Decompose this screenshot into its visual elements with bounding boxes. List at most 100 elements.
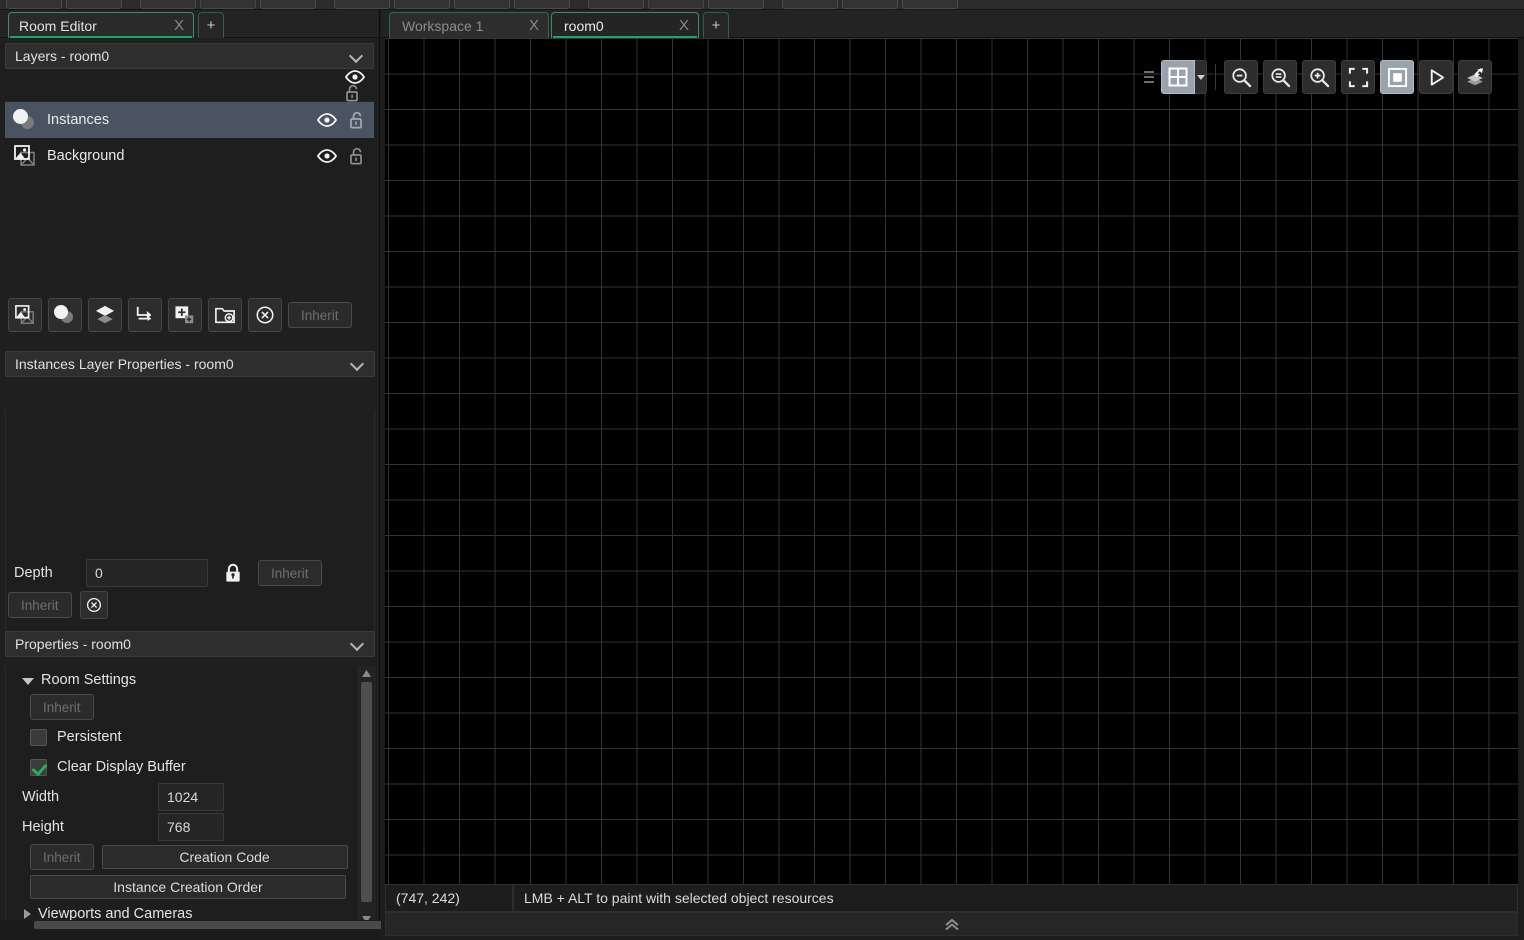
toolbar-button[interactable]: [200, 0, 256, 9]
add-layer-folder-button[interactable]: [208, 298, 242, 332]
toolbar-button[interactable]: [902, 0, 958, 9]
room-settings-group[interactable]: Room Settings: [6, 668, 358, 692]
creation-code-button[interactable]: Creation Code: [101, 845, 348, 869]
layer-properties-header[interactable]: Instances Layer Properties - room0: [5, 351, 375, 377]
grid-toggle-button[interactable]: [1161, 60, 1195, 94]
collapse-triangle-icon[interactable]: [24, 909, 31, 919]
toolbar-button[interactable]: [782, 0, 838, 9]
layers-panel-header[interactable]: Layers - room0: [5, 43, 374, 69]
zoom-reset-button[interactable]: [1263, 60, 1297, 94]
instance-creation-order-button[interactable]: Instance Creation Order: [30, 875, 346, 899]
add-asset-layer-button[interactable]: [88, 298, 122, 332]
chevron-down-icon[interactable]: [351, 357, 365, 371]
layers-list: Instances Background: [5, 70, 374, 174]
room-canvas[interactable]: [385, 38, 1518, 893]
toolbar-button[interactable]: [514, 0, 570, 9]
creation-code-inherit-button[interactable]: Inherit: [30, 844, 94, 870]
eye-icon[interactable]: [317, 149, 337, 163]
eye-icon[interactable]: [317, 113, 337, 127]
run-room-button[interactable]: [1419, 60, 1453, 94]
toolbar-button[interactable]: [6, 0, 62, 9]
eye-icon[interactable]: [345, 70, 365, 84]
double-chevron-up-icon[interactable]: [944, 918, 960, 931]
chevron-down-icon[interactable]: [351, 637, 365, 651]
unlocked-padlock-icon[interactable]: [345, 84, 361, 102]
toolbar-button[interactable]: [394, 0, 450, 9]
scroll-up-arrow-icon[interactable]: [359, 666, 374, 680]
toolbar-button[interactable]: [454, 0, 510, 9]
layer-row-background[interactable]: Background: [5, 138, 374, 174]
toolbar-drag-handle[interactable]: [1144, 68, 1154, 86]
expand-triangle-icon[interactable]: [22, 677, 34, 685]
layer-props-clear-button[interactable]: [79, 591, 108, 619]
properties-panel-body: Room Settings Inherit Persistent Clear D…: [5, 665, 375, 927]
add-background-layer-button[interactable]: [8, 298, 42, 332]
depth-row: Depth 0 Inherit: [5, 558, 375, 588]
toolbar-button[interactable]: [588, 0, 644, 9]
toolbar-button[interactable]: [648, 0, 704, 9]
canvas-grid: [385, 38, 1518, 893]
properties-panel-header[interactable]: Properties - room0: [5, 631, 375, 657]
dock-horizontal-scrollbar[interactable]: [0, 920, 474, 930]
layers-header-icons: [345, 70, 365, 102]
clear-display-buffer-checkbox[interactable]: [30, 758, 47, 776]
toolbar-button[interactable]: [842, 0, 898, 9]
depth-inherit-button[interactable]: Inherit: [258, 560, 322, 586]
magnifier-minus-icon: [1231, 67, 1251, 87]
tab-room-editor[interactable]: Room Editor X: [8, 12, 194, 38]
zoom-out-button[interactable]: [1224, 60, 1258, 94]
instances-layer-icon: [54, 305, 76, 325]
locked-padlock-icon[interactable]: [224, 563, 242, 583]
chevron-down-icon[interactable]: [350, 49, 364, 63]
chevron-down-icon: [1196, 74, 1205, 80]
show-room-border-button[interactable]: [1380, 60, 1414, 94]
fit-to-screen-button[interactable]: [1341, 60, 1375, 94]
active-tab-underline: [10, 36, 192, 38]
toolbar-button[interactable]: [66, 0, 122, 9]
layer-inherit-button[interactable]: Inherit: [288, 302, 352, 328]
close-icon[interactable]: X: [526, 17, 542, 34]
toolbar-button[interactable]: [260, 0, 316, 9]
grid-options-dropdown[interactable]: [1195, 60, 1207, 94]
delete-layer-button[interactable]: [248, 298, 282, 332]
layer-row-instances[interactable]: Instances: [5, 102, 374, 138]
room-settings-inherit-button[interactable]: Inherit: [30, 694, 94, 720]
zoom-in-button[interactable]: [1302, 60, 1336, 94]
add-tab-button[interactable]: +: [703, 12, 729, 38]
close-icon[interactable]: X: [676, 17, 692, 34]
properties-scroll-area: Room Settings Inherit Persistent Clear D…: [6, 665, 358, 926]
fullscreen-brackets-icon: [1348, 67, 1368, 87]
layer-props-inherit-button[interactable]: Inherit: [8, 592, 72, 618]
layer-properties-title: Instances Layer Properties - room0: [15, 356, 234, 372]
grid-toggle-group: [1161, 60, 1207, 94]
add-path-layer-button[interactable]: [128, 298, 162, 332]
toolbar-button[interactable]: [140, 0, 196, 9]
circle-x-icon: [256, 306, 274, 324]
persistent-row[interactable]: Persistent: [6, 722, 358, 752]
toolbar-button[interactable]: [334, 0, 390, 9]
width-input[interactable]: 1024: [158, 783, 224, 811]
output-panel-collapsed[interactable]: [385, 912, 1518, 936]
tab-workspace-1[interactable]: Workspace 1 X: [389, 12, 549, 38]
instances-layer-icon: [13, 109, 37, 131]
close-icon[interactable]: X: [171, 17, 187, 34]
height-label: Height: [22, 819, 64, 835]
height-input[interactable]: 768: [158, 813, 224, 841]
add-instance-layer-button[interactable]: [48, 298, 82, 332]
unlocked-padlock-icon[interactable]: [349, 147, 365, 165]
toolbar-button[interactable]: [708, 0, 764, 9]
clear-display-buffer-row[interactable]: Clear Display Buffer: [6, 752, 358, 782]
persistent-checkbox[interactable]: [30, 728, 47, 746]
room-editor-dock: Room Editor X + Layers - room0 Instances…: [0, 10, 474, 930]
properties-scrollbar[interactable]: [358, 666, 373, 926]
layer-tools-button[interactable]: [1458, 60, 1492, 94]
scrollbar-thumb[interactable]: [361, 682, 372, 902]
add-tab-button[interactable]: +: [198, 12, 224, 38]
unlocked-padlock-icon[interactable]: [349, 111, 365, 129]
layer-row-icons: [317, 111, 365, 129]
layers-panel-title: Layers - room0: [15, 48, 110, 64]
tab-room0[interactable]: room0 X: [551, 12, 699, 38]
depth-input[interactable]: 0: [86, 559, 208, 587]
image-layer-icon: [15, 305, 34, 324]
add-tile-layer-button[interactable]: [168, 298, 202, 332]
